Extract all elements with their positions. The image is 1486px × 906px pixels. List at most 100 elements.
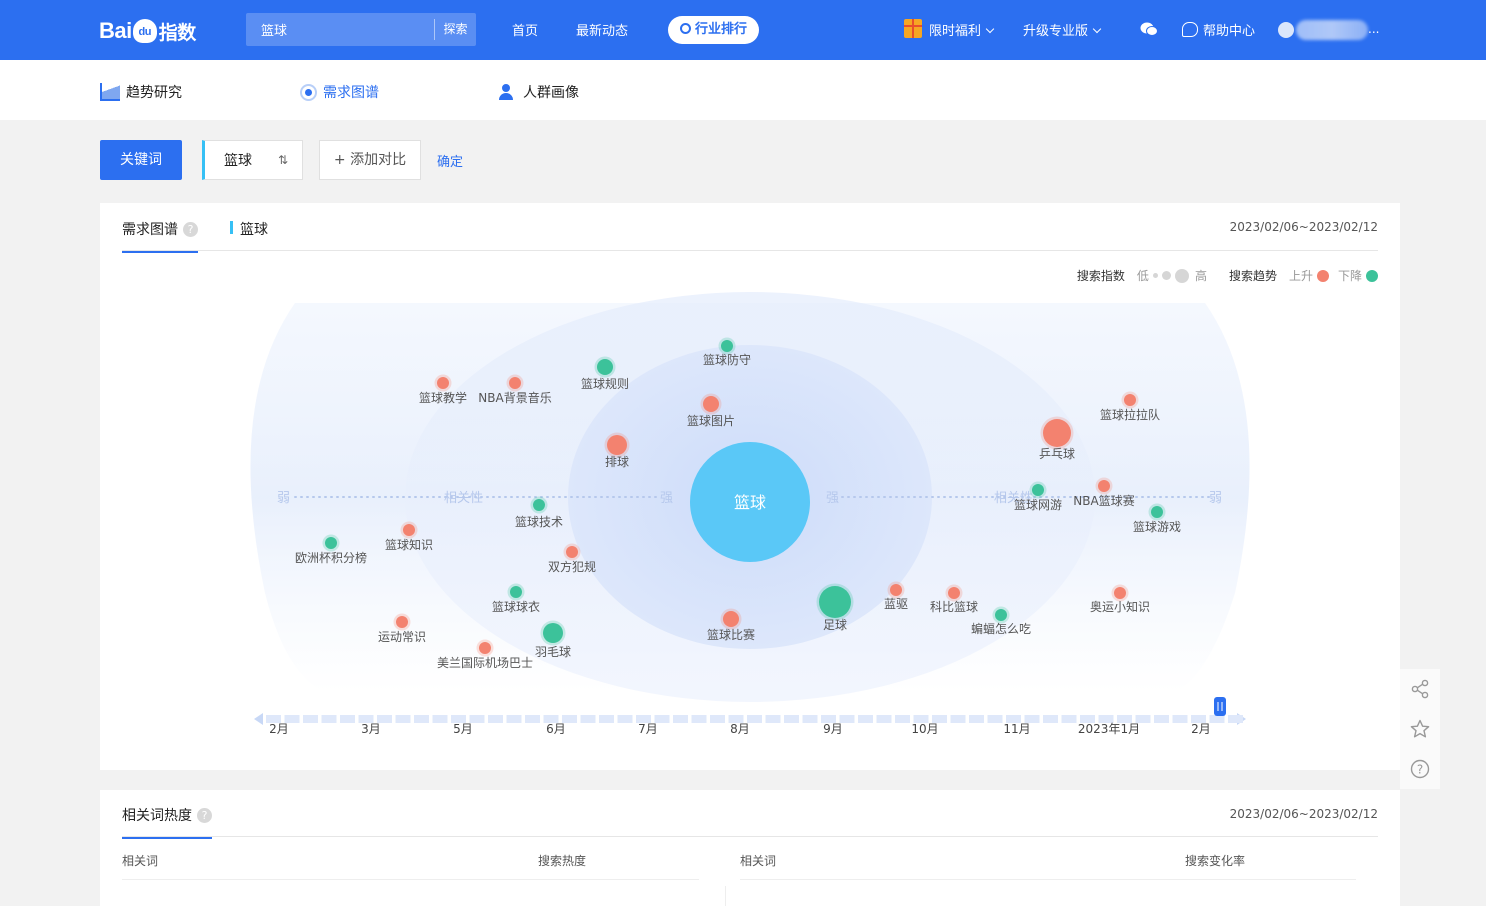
- timeline-segment: [1061, 715, 1077, 723]
- graph-node-label: 美兰国际机场巴士: [437, 656, 533, 670]
- graph-node-dot: [721, 340, 733, 352]
- related-words-card: 相关词热度? 2023/02/06~2023/02/12 相关词 搜索热度 相关…: [100, 790, 1400, 906]
- graph-node[interactable]: 羽毛球: [535, 620, 571, 660]
- timeline-segment: [1098, 715, 1114, 723]
- nav-benefits[interactable]: 限时福利: [929, 20, 995, 39]
- graph-node[interactable]: 篮球规则: [581, 356, 629, 392]
- search-input[interactable]: [246, 13, 434, 46]
- legend-low: 低: [1136, 269, 1149, 283]
- graph-node[interactable]: 篮球游戏: [1133, 503, 1181, 535]
- timeline-month-label: 8月: [730, 722, 750, 736]
- timeline-segment: [969, 715, 984, 723]
- graph-node-label: 排球: [605, 455, 629, 469]
- timeline-month-label: 10月: [911, 722, 938, 736]
- confirm-link[interactable]: 确定: [437, 151, 463, 170]
- help-icon[interactable]: ?: [1410, 759, 1430, 779]
- wechat-icon[interactable]: [1140, 22, 1158, 37]
- top-navbar: Baidu指数 探索 首页 最新动态 行业排行 限时福利 升级专业版 帮助中心 …: [0, 0, 1486, 60]
- graph-node-dot: [819, 586, 851, 618]
- timeline-segment: [525, 715, 540, 723]
- star-icon[interactable]: [1410, 719, 1430, 739]
- graph-node[interactable]: NBA背景音乐: [478, 374, 552, 406]
- nav-industry-rank[interactable]: 行业排行: [668, 16, 760, 44]
- tab-related-heat[interactable]: 相关词热度?: [122, 805, 212, 839]
- graph-node[interactable]: 蓝驱: [884, 581, 908, 612]
- graph-node-label: 篮球球衣: [492, 599, 540, 614]
- header-search-change-rate[interactable]: 搜索变化率: [1185, 852, 1245, 869]
- graph-node-dot: [607, 435, 627, 455]
- nav-home[interactable]: 首页: [512, 20, 538, 39]
- timeline-segment: [710, 715, 725, 723]
- graph-node[interactable]: 篮球图片: [687, 393, 735, 429]
- help-center-icon: [1182, 22, 1198, 37]
- graph-node[interactable]: 双方犯规: [548, 543, 596, 575]
- graph-node[interactable]: 欧洲杯积分榜: [295, 534, 367, 566]
- question-icon[interactable]: ?: [197, 807, 212, 823]
- graph-node[interactable]: 乒乓球: [1039, 416, 1075, 462]
- timeline-right-arrow: [1237, 713, 1246, 725]
- tab-trend-research[interactable]: 趋势研究: [100, 82, 182, 102]
- graph-node[interactable]: 蝙蝠怎么吃: [971, 606, 1031, 637]
- graph-node[interactable]: 篮球网游: [1014, 481, 1062, 513]
- graph-node[interactable]: 美兰国际机场巴士: [437, 639, 533, 671]
- timeline-month-label: 3月: [361, 722, 381, 736]
- graph-node[interactable]: 篮球知识: [385, 521, 433, 553]
- sort-swap-icon[interactable]: ⇅: [278, 153, 292, 167]
- keyword-tab-button[interactable]: 关键词: [100, 140, 182, 180]
- graph-node-label: 篮球知识: [385, 537, 433, 552]
- tab-demand-graph-card[interactable]: 需求图谱?: [122, 219, 198, 253]
- graph-node[interactable]: 运动常识: [378, 613, 426, 645]
- center-node-label: 篮球: [734, 493, 766, 512]
- graph-node-dot: [1098, 480, 1110, 492]
- graph-node[interactable]: NBA篮球赛: [1073, 477, 1135, 509]
- graph-node-dot: [479, 642, 491, 654]
- keyword-chip[interactable]: 篮球 ⇅: [202, 140, 303, 180]
- header-search-heat[interactable]: 搜索热度: [538, 852, 586, 869]
- graph-node-label: 乒乓球: [1039, 447, 1075, 461]
- graph-node[interactable]: 篮球技术: [515, 496, 563, 530]
- graph-node[interactable]: 篮球拉拉队: [1100, 391, 1160, 423]
- graph-node-dot: [1124, 394, 1136, 406]
- side-toolbar: ?: [1400, 669, 1440, 789]
- graph-node-label: 蝙蝠怎么吃: [971, 621, 1031, 636]
- nav-upgrade[interactable]: 升级专业版: [1023, 20, 1102, 39]
- graph-node[interactable]: 篮球比赛: [707, 608, 755, 643]
- date-range: 2023/02/06~2023/02/12: [1229, 807, 1378, 821]
- graph-node-label: 篮球比赛: [707, 627, 755, 642]
- graph-node[interactable]: 足球: [816, 583, 854, 633]
- username-redacted[interactable]: [1296, 20, 1368, 40]
- avatar[interactable]: [1278, 22, 1294, 38]
- graph-node[interactable]: 篮球球衣: [492, 583, 540, 615]
- graph-node-dot: [1151, 506, 1163, 518]
- timeline-segment: [1024, 715, 1040, 723]
- graph-node[interactable]: 篮球教学: [419, 374, 467, 406]
- timeline-segment: [1154, 715, 1169, 723]
- timeline-segment: [1043, 715, 1058, 723]
- header-related-word-left: 相关词: [122, 854, 159, 868]
- share-icon[interactable]: [1410, 679, 1430, 699]
- timeline-month-label: 2月: [269, 722, 289, 736]
- tab-demand-graph[interactable]: 需求图谱: [300, 82, 379, 102]
- demand-graph-card: 弱 相关性 强 强 相关性 弱 篮球防守 篮球规则 篮球教学 NBA背景音乐 篮球图片排…: [100, 203, 1400, 770]
- axis-strong-right: 强: [826, 491, 839, 506]
- graph-node[interactable]: 排球: [604, 432, 630, 470]
- timeline-segment: [284, 715, 300, 723]
- timeline-handle: [1214, 697, 1226, 716]
- baidu-index-logo[interactable]: Bai du 指数: [99, 13, 196, 49]
- question-icon[interactable]: ?: [183, 221, 198, 237]
- explore-button[interactable]: 探索: [434, 19, 476, 40]
- nav-help-center[interactable]: 帮助中心: [1203, 20, 1255, 39]
- tab-crowd-portrait[interactable]: 人群画像: [499, 82, 579, 102]
- graph-node[interactable]: 篮球防守: [703, 337, 751, 368]
- timeline-segment: [562, 715, 577, 723]
- graph-node-dot: [995, 609, 1007, 621]
- graph-node[interactable]: 科比篮球: [930, 584, 978, 615]
- legend-trend-label: 搜索趋势: [1228, 269, 1277, 283]
- timeline-segment: [858, 715, 873, 723]
- center-node: [690, 442, 810, 562]
- nav-latest-news[interactable]: 最新动态: [576, 20, 628, 39]
- graph-node[interactable]: 奥运小知识: [1090, 584, 1150, 615]
- graph-node-dot: [509, 377, 521, 389]
- add-compare-button[interactable]: + 添加对比: [319, 140, 421, 180]
- timeline-segment: [673, 715, 688, 723]
